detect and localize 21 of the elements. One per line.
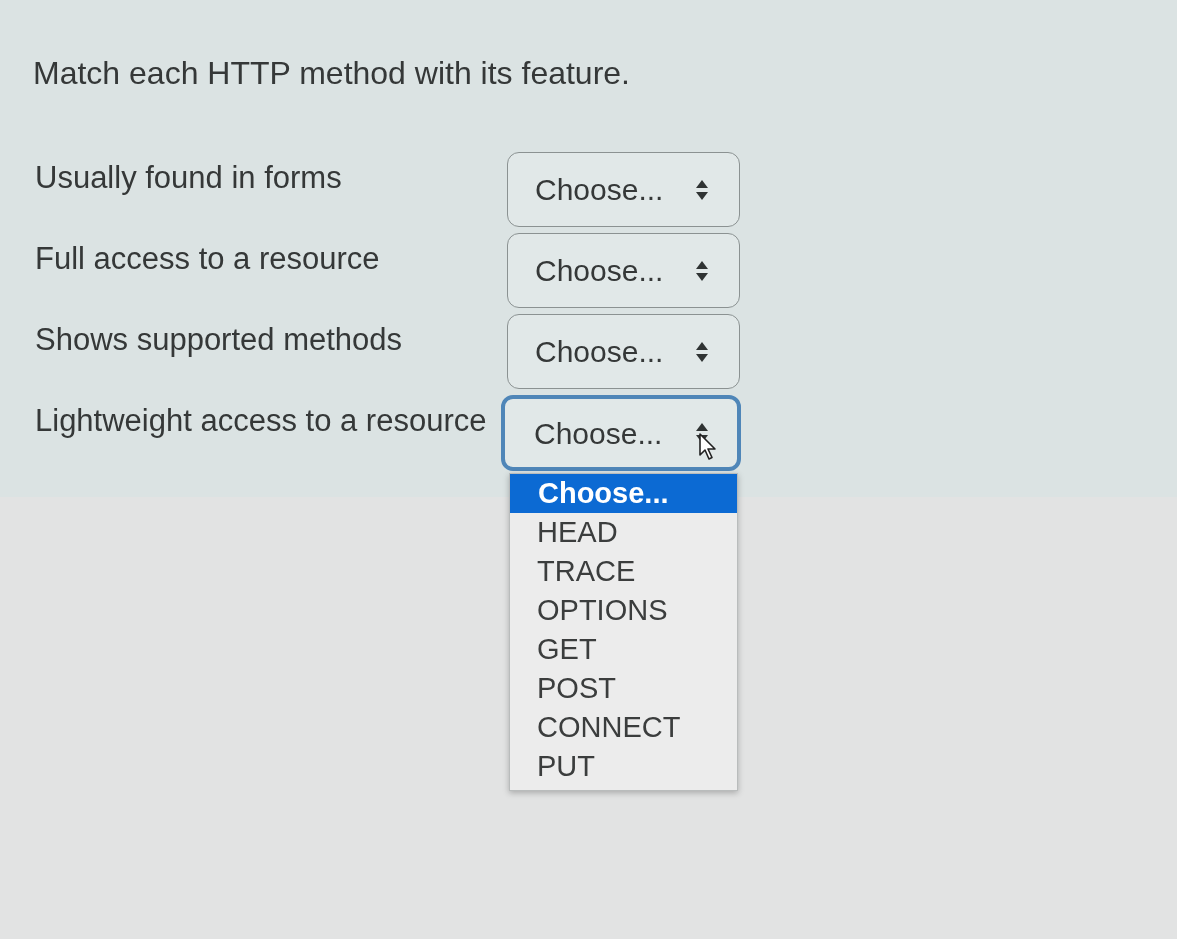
prompt-label: Usually found in forms	[34, 159, 343, 196]
dropdown-option[interactable]: OPTIONS	[510, 591, 737, 630]
choose-dropdown[interactable]: Choose...	[507, 314, 740, 389]
up-down-caret-icon	[695, 259, 709, 282]
dropdown-option[interactable]: GET	[510, 630, 737, 669]
dropdown-option[interactable]: HEAD	[510, 513, 737, 552]
prompt-label: Lightweight access to a resource	[34, 402, 488, 439]
up-down-caret-icon	[695, 178, 709, 201]
mouse-pointer-icon	[698, 433, 718, 461]
choose-dropdown[interactable]: Choose...	[501, 395, 741, 471]
question-text: Match each HTTP method with its feature.	[33, 54, 630, 92]
choose-dropdown[interactable]: Choose...	[507, 152, 740, 227]
dropdown-option[interactable]: TRACE	[510, 552, 737, 591]
dropdown-option[interactable]: CONNECT	[510, 708, 737, 747]
up-down-caret-icon	[695, 340, 709, 363]
dropdown-option[interactable]: POST	[510, 669, 737, 708]
prompt-label: Shows supported methods	[34, 321, 404, 358]
prompt-label: Full access to a resource	[34, 240, 381, 277]
choose-dropdown[interactable]: Choose...	[507, 233, 740, 308]
dropdown-option[interactable]: PUT	[510, 747, 737, 786]
dropdown-option[interactable]: Choose...	[510, 474, 737, 513]
